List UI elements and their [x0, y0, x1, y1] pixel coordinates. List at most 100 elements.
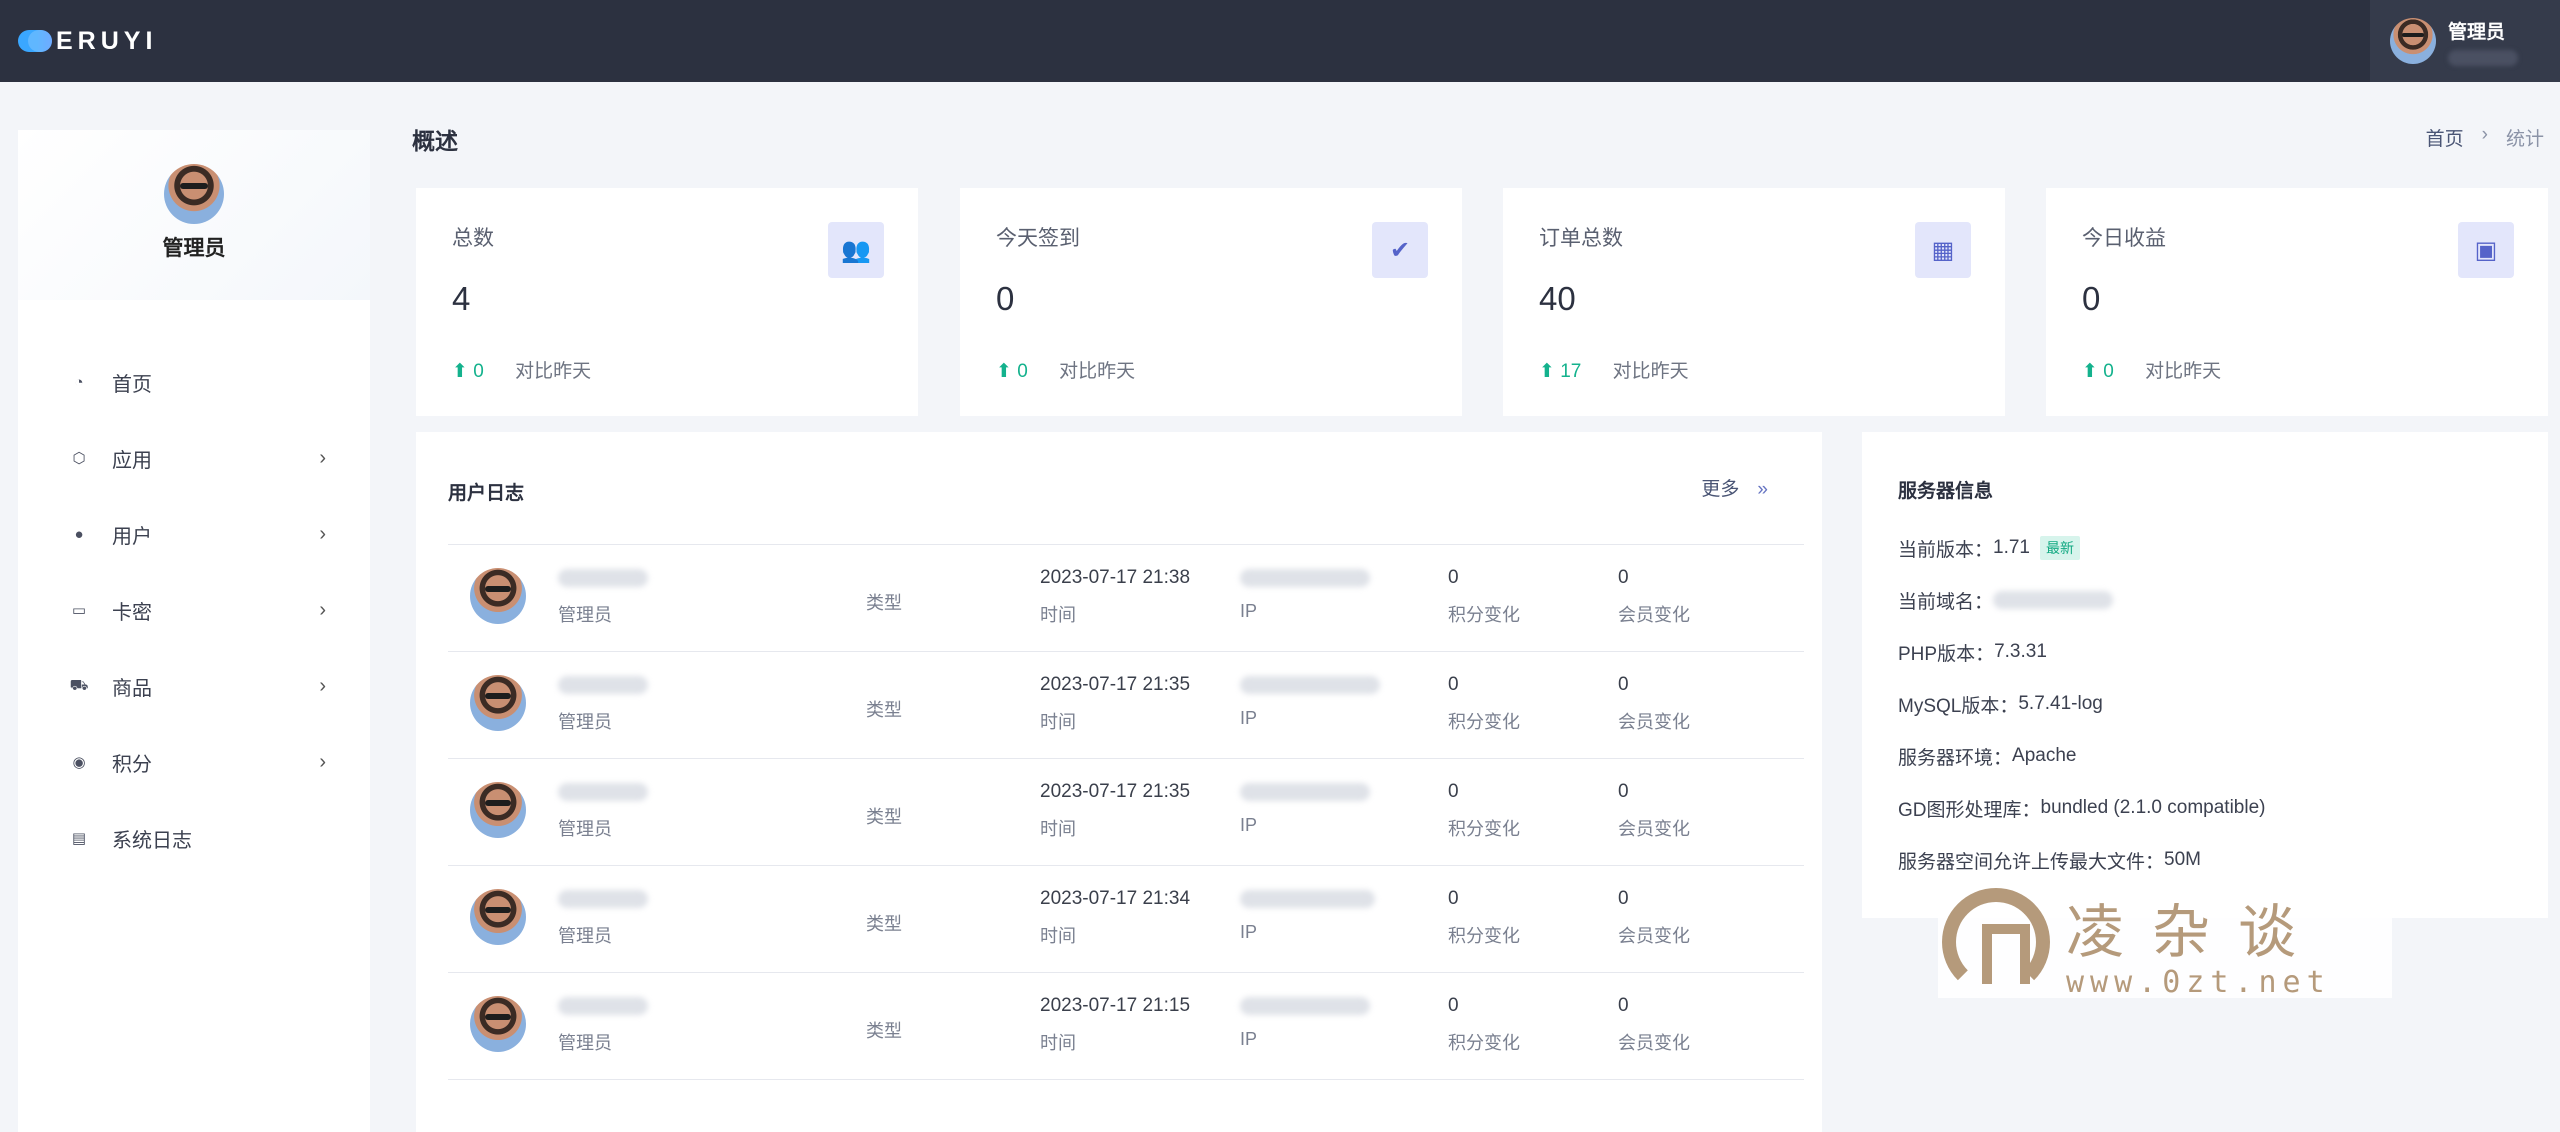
stat-card-checkin: 今天签到 0 ⬆ 0 对比昨天 ✔	[960, 188, 1462, 416]
server-gd: GD图形处理库： bundled (2.1.0 compatible)	[1898, 782, 2266, 834]
server-mysql: MySQL版本： 5.7.41-log	[1898, 678, 2266, 730]
table-row[interactable]: 管理员 类型 2023-07-17 21:38 时间 IP 0 积分变化 0 会员变化	[448, 545, 1804, 652]
type-label: 类型	[866, 700, 902, 720]
ip-label: IP	[1240, 815, 1258, 835]
ip-redacted	[1240, 568, 1370, 587]
sidebar-item-label: 商品	[112, 677, 152, 700]
type-label: 类型	[866, 914, 902, 934]
time-label: 时间	[1040, 712, 1076, 732]
avatar	[470, 782, 526, 838]
status-badge: 最新	[2040, 536, 2080, 560]
log-time: 2023-07-17 21:15	[1040, 995, 1191, 1016]
logo-text: ERUYI	[56, 26, 158, 55]
log-time: 2023-07-17 21:38	[1040, 567, 1191, 588]
sidebar-item-home[interactable]: ◔ 首页	[18, 344, 370, 420]
server-version: 当前版本： 1.71 最新	[1898, 522, 2266, 574]
server-php: PHP版本： 7.3.31	[1898, 626, 2266, 678]
score-change: 0	[1448, 995, 1459, 1016]
users-icon: 👥	[828, 222, 884, 278]
sidebar-item-label: 系统日志	[112, 829, 192, 852]
stat-compare: 对比昨天	[1612, 361, 1689, 382]
sidebar-item-users[interactable]: ● 用户 ›	[18, 496, 370, 572]
time-label: 时间	[1040, 1033, 1076, 1053]
avatar	[470, 568, 526, 624]
top-bar: ERUYI 管理员	[0, 0, 2560, 82]
server-env: 服务器环境： Apache	[1898, 730, 2266, 782]
stat-delta: 0	[2103, 361, 2114, 382]
stat-label: 今日收益	[2082, 227, 2166, 250]
avatar	[470, 889, 526, 945]
avatar[interactable]	[164, 164, 224, 224]
stat-delta: 0	[473, 361, 484, 382]
more-link[interactable]: 更多 »	[1701, 474, 1768, 501]
info-value: bundled (2.1.0 compatible)	[2040, 797, 2266, 818]
arrow-up-icon: ⬆	[1539, 361, 1555, 382]
member-change: 0	[1618, 995, 1629, 1016]
stat-compare: 对比昨天	[1059, 361, 1136, 382]
stat-label: 今天签到	[996, 227, 1080, 250]
stat-value: 0	[2082, 280, 2101, 317]
ip-redacted	[1240, 996, 1370, 1015]
table-row[interactable]: 管理员 类型 2023-07-17 21:15 时间 IP 0 积分变化 0 会员变化	[448, 973, 1804, 1080]
sidebar-item-cards[interactable]: ▭ 卡密 ›	[18, 572, 370, 648]
table-row[interactable]: 管理员 类型 2023-07-17 21:35 时间 IP 0 积分变化 0 会员变化	[448, 652, 1804, 759]
logo-icon	[18, 30, 52, 52]
arrow-up-icon: ⬆	[996, 361, 1012, 382]
user-role: 管理员	[558, 712, 612, 732]
card-icon: ▭	[71, 602, 87, 619]
member-change: 0	[1618, 567, 1629, 588]
cube-icon: ⬡	[72, 450, 86, 467]
ip-redacted	[1240, 782, 1370, 801]
stat-trend: ⬆ 0 对比昨天	[2082, 356, 2221, 383]
time-label: 时间	[1040, 819, 1076, 839]
member-label: 会员变化	[1618, 605, 1690, 625]
watermark-text: 凌杂谈	[2066, 897, 2325, 966]
ip-label: IP	[1240, 708, 1258, 728]
stat-card-orders: 订单总数 40 ⬆ 17 对比昨天 ▦	[1503, 188, 2005, 416]
stat-value: 4	[452, 280, 471, 317]
sidebar: 管理员 ◔ 首页 ⬡ 应用 › ● 用户 › ▭ 卡密 › ⛟ 商品 › ◉ 积…	[18, 130, 370, 1132]
member-change: 0	[1618, 781, 1629, 802]
sidebar-item-apps[interactable]: ⬡ 应用 ›	[18, 420, 370, 496]
info-label: 当前版本：	[1898, 539, 1994, 561]
stat-card-revenue: 今日收益 0 ⬆ 0 对比昨天 ▣	[2046, 188, 2548, 416]
user-role: 管理员	[558, 605, 612, 625]
chevron-right-icon: ›	[319, 598, 326, 621]
coin-icon: ◉	[72, 754, 86, 771]
type-label: 类型	[866, 593, 902, 613]
breadcrumb-home[interactable]: 首页	[2426, 124, 2464, 151]
user-role: 管理员	[558, 819, 612, 839]
breadcrumb: 首页 › 统计	[2426, 124, 2544, 151]
sidebar-item-system-log[interactable]: ▤ 系统日志	[18, 800, 370, 876]
logo[interactable]: ERUYI	[18, 27, 157, 56]
stat-label: 总数	[452, 227, 494, 250]
member-label: 会员变化	[1618, 819, 1690, 839]
score-label: 积分变化	[1448, 819, 1520, 839]
score-label: 积分变化	[1448, 605, 1520, 625]
score-change: 0	[1448, 781, 1459, 802]
user-icon: ●	[74, 525, 84, 543]
user-menu[interactable]: 管理员	[2370, 0, 2560, 82]
sidebar-item-label: 应用	[112, 449, 152, 472]
sidebar-item-products[interactable]: ⛟ 商品 ›	[18, 648, 370, 724]
table-row[interactable]: 管理员 类型 2023-07-17 21:34 时间 IP 0 积分变化 0 会员变化	[448, 866, 1804, 973]
money-icon: ▣	[2458, 222, 2514, 278]
score-label: 积分变化	[1448, 712, 1520, 732]
ip-redacted	[1240, 889, 1375, 908]
profile-name: 管理员	[162, 237, 226, 260]
type-label: 类型	[866, 1021, 902, 1041]
log-time: 2023-07-17 21:34	[1040, 888, 1191, 909]
domain-redacted	[1993, 591, 2114, 609]
log-icon: ▤	[71, 830, 87, 847]
user-role: 管理员	[558, 1033, 612, 1053]
sidebar-item-label: 卡密	[112, 601, 152, 624]
score-change: 0	[1448, 674, 1459, 695]
table-row[interactable]: 管理员 类型 2023-07-17 21:35 时间 IP 0 积分变化 0 会员变化	[448, 759, 1804, 866]
time-label: 时间	[1040, 926, 1076, 946]
watermark-logo-icon	[1942, 888, 2050, 996]
sidebar-item-label: 用户	[112, 525, 152, 548]
server-domain: 当前域名：	[1898, 574, 2266, 626]
member-label: 会员变化	[1618, 712, 1690, 732]
sidebar-item-points[interactable]: ◉ 积分 ›	[18, 724, 370, 800]
score-change: 0	[1448, 888, 1459, 909]
